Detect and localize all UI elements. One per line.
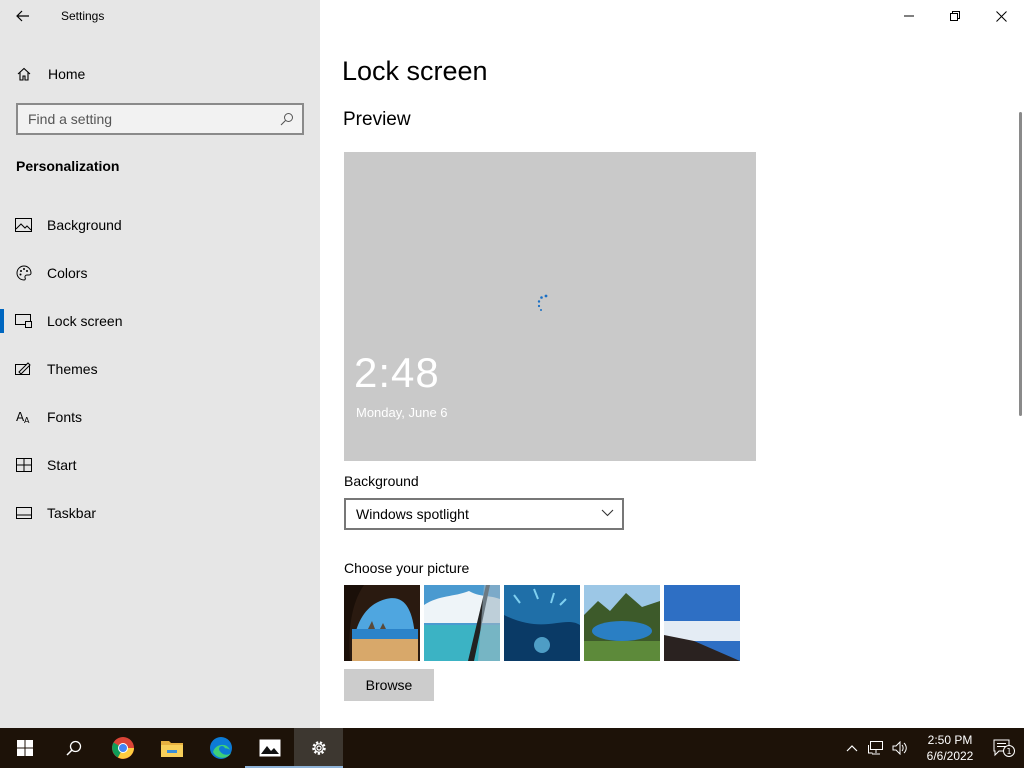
font-icon: AA: [0, 410, 47, 424]
lock-screen-icon: [0, 314, 47, 328]
sidebar-item-background[interactable]: Background: [0, 201, 320, 249]
network-button[interactable]: [864, 741, 888, 755]
search-input[interactable]: [18, 111, 268, 127]
picture-thumbnail-underwater[interactable]: [504, 585, 580, 661]
brush-icon: [0, 361, 47, 377]
edge-button[interactable]: [196, 728, 245, 768]
notification-icon: 1: [993, 739, 1015, 757]
sidebar-item-label: Fonts: [47, 409, 83, 425]
volume-button[interactable]: [888, 741, 912, 755]
choose-picture-label: Choose your picture: [344, 560, 470, 576]
chrome-button[interactable]: [98, 728, 147, 768]
back-arrow-icon: [16, 10, 29, 22]
restore-button[interactable]: [932, 0, 978, 32]
navigation-pane: Settings Home Personalization Background…: [0, 0, 320, 728]
sidebar-item-fonts[interactable]: AA Fonts: [0, 393, 320, 441]
preview-date: Monday, June 6: [356, 405, 448, 420]
browse-button[interactable]: Browse: [344, 669, 434, 701]
taskbar-icon: [0, 507, 47, 519]
title-bar: Settings: [0, 0, 320, 32]
sidebar-item-label: Start: [47, 457, 77, 473]
palette-icon: [0, 265, 47, 281]
background-dropdown[interactable]: Windows spotlight: [344, 498, 624, 530]
chevron-down-icon: [601, 509, 614, 517]
search-icon: [65, 740, 81, 756]
minimize-button[interactable]: [886, 0, 932, 32]
sidebar-item-colors[interactable]: Colors: [0, 249, 320, 297]
chrome-icon: [111, 737, 134, 759]
svg-text:A: A: [24, 416, 30, 424]
settings-gear-icon: [311, 741, 326, 755]
picture-thumbnails: [344, 585, 740, 661]
file-explorer-button[interactable]: [147, 728, 196, 768]
system-tray: 2:50 PM 6/6/2022 1: [840, 728, 1024, 768]
edge-icon: [209, 737, 232, 759]
action-center-button[interactable]: 1: [984, 739, 1024, 757]
home-nav-item[interactable]: Home: [0, 56, 320, 92]
page-title: Lock screen: [342, 56, 488, 86]
settings-button[interactable]: [294, 728, 343, 768]
search-box[interactable]: [16, 103, 304, 135]
lock-screen-preview: 2:48 Monday, June 6: [344, 152, 756, 461]
taskbar: 2:50 PM 6/6/2022 1: [0, 728, 1024, 768]
home-icon: [0, 66, 48, 82]
photos-icon: [259, 739, 280, 757]
preview-time: 2:48: [354, 349, 440, 396]
picture-thumbnail-cave-beach[interactable]: [344, 585, 420, 661]
close-icon: [995, 10, 1007, 22]
clock-date: 6/6/2022: [926, 749, 974, 763]
start-icon: [0, 458, 47, 472]
picture-icon: [0, 218, 47, 232]
background-label: Background: [344, 473, 419, 489]
notification-count: 1: [1006, 747, 1011, 756]
picture-thumbnail-ocean-window[interactable]: [424, 585, 500, 661]
close-button[interactable]: [978, 0, 1024, 32]
sidebar-item-label: Themes: [47, 361, 98, 377]
nav-list: Background Colors Lock screen Themes AA …: [0, 201, 320, 537]
file-explorer-icon: [160, 741, 183, 757]
clock-time: 2:50 PM: [927, 733, 973, 747]
app-title: Settings: [61, 9, 105, 23]
window-controls: [886, 0, 1024, 32]
windows-start-icon: [16, 740, 33, 756]
chevron-up-icon: [846, 745, 858, 752]
scrollbar-thumb[interactable]: [1019, 112, 1022, 416]
network-icon: [868, 741, 883, 755]
photos-button[interactable]: [245, 728, 294, 768]
sidebar-item-themes[interactable]: Themes: [0, 345, 320, 393]
preview-heading: Preview: [343, 109, 411, 130]
sidebar-item-start[interactable]: Start: [0, 441, 320, 489]
loading-spinner-icon: [537, 294, 548, 311]
taskbar-clock[interactable]: 2:50 PM 6/6/2022: [916, 732, 984, 764]
home-label: Home: [48, 66, 86, 82]
picture-thumbnail-mountain-lake[interactable]: [584, 585, 660, 661]
start-button[interactable]: [0, 728, 49, 768]
search-icon[interactable]: [280, 112, 294, 131]
background-dropdown-value: Windows spotlight: [356, 506, 469, 522]
section-title: Personalization: [16, 158, 120, 174]
back-button[interactable]: [0, 0, 46, 32]
taskbar-search-button[interactable]: [49, 728, 98, 768]
sidebar-item-label: Colors: [47, 265, 88, 281]
show-hidden-icons-button[interactable]: [840, 744, 864, 752]
sidebar-item-lock-screen[interactable]: Lock screen: [0, 297, 320, 345]
sidebar-item-label: Taskbar: [47, 505, 97, 521]
sidebar-item-taskbar[interactable]: Taskbar: [0, 489, 320, 537]
restore-icon: [950, 11, 960, 21]
sidebar-item-label: Lock screen: [47, 313, 123, 329]
minimize-icon: [904, 15, 914, 17]
picture-thumbnail-clouds-cliff[interactable]: [664, 585, 740, 661]
sidebar-item-label: Background: [47, 217, 122, 233]
speaker-icon: [892, 741, 907, 755]
